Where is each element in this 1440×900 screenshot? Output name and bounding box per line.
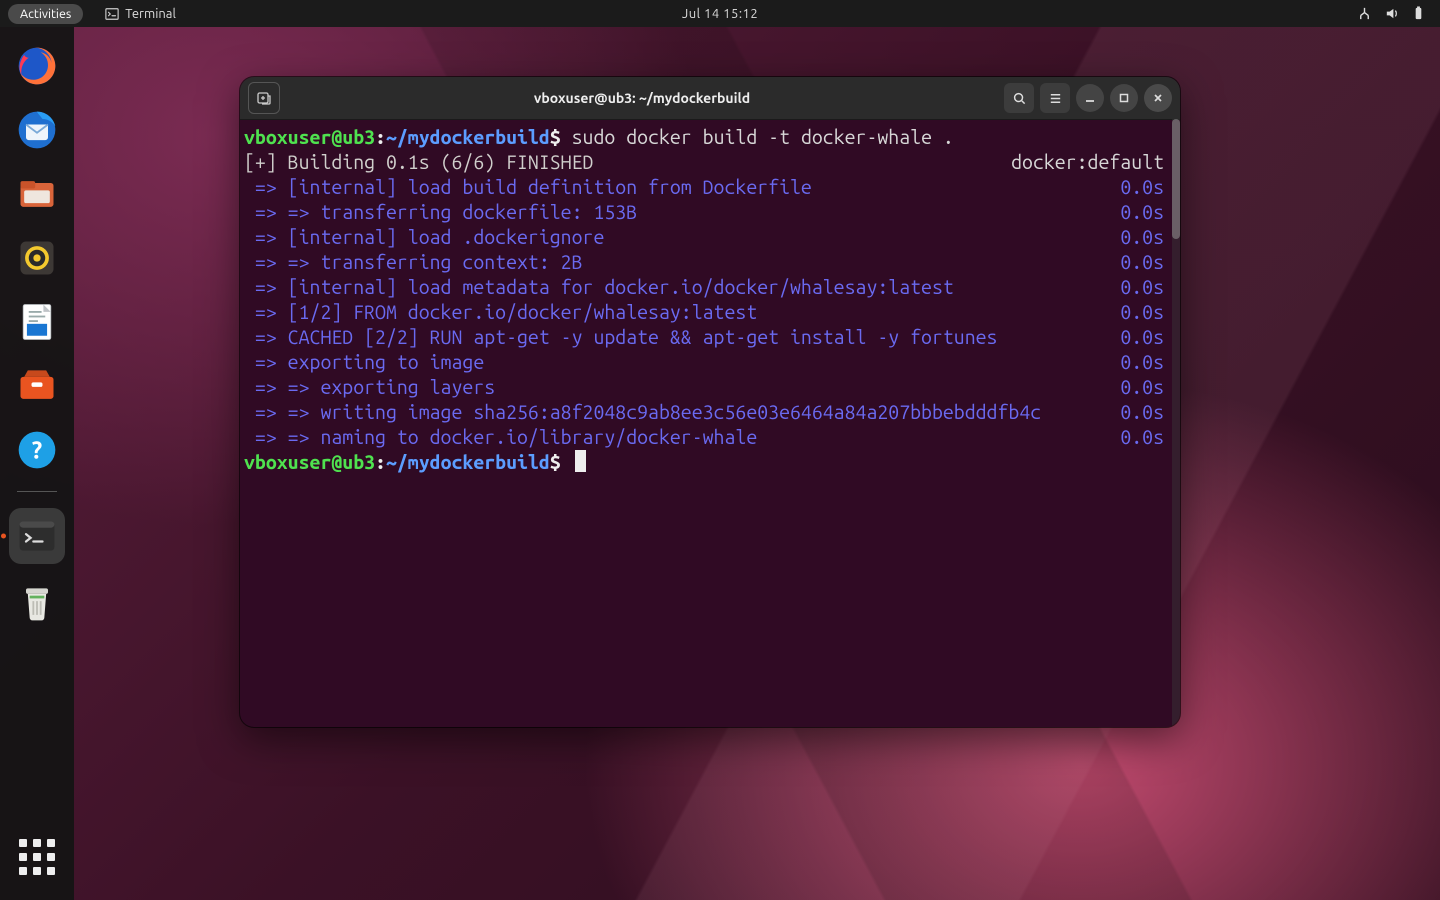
prompt2-path: ~/mydockerbuild <box>386 451 550 473</box>
terminal-body[interactable]: vboxuser@ub3:~/mydockerbuild$ sudo docke… <box>240 119 1172 727</box>
dock-trash[interactable] <box>12 578 62 628</box>
output-line: => => exporting layers <box>244 375 1110 400</box>
dock-ubuntu-software[interactable] <box>12 361 62 411</box>
terminal-small-icon <box>105 7 119 21</box>
new-tab-button[interactable] <box>248 82 280 114</box>
prompt2-sigil: $ <box>550 451 561 473</box>
cursor <box>575 450 586 472</box>
close-button[interactable] <box>1144 84 1172 112</box>
output-line: => => writing image sha256:a8f2048c9ab8e… <box>244 400 1110 425</box>
output-line: => [1/2] FROM docker.io/docker/whalesay:… <box>244 300 1110 325</box>
volume-icon[interactable] <box>1384 6 1399 21</box>
window-titlebar[interactable]: vboxuser@ub3: ~/mydockerbuild <box>240 77 1180 120</box>
output-time: 0.0s <box>1110 250 1164 275</box>
svg-text:?: ? <box>32 436 42 463</box>
output-time: 0.0s <box>1110 225 1164 250</box>
window-title: vboxuser@ub3: ~/mydockerbuild <box>288 90 996 106</box>
output-time: 0.0s <box>1110 200 1164 225</box>
terminal-scrollbar[interactable] <box>1172 119 1180 727</box>
active-app-menu[interactable]: Terminal <box>105 7 176 21</box>
gnome-topbar: Activities Terminal Jul 14 15:12 <box>0 0 1440 27</box>
system-tray[interactable] <box>1357 6 1440 21</box>
terminal-window: vboxuser@ub3: ~/mydockerbuild vboxuser@u… <box>240 77 1180 727</box>
scrollbar-thumb[interactable] <box>1172 119 1180 239</box>
output-time: 0.0s <box>1110 375 1164 400</box>
output-line: => [internal] load build definition from… <box>244 175 1110 200</box>
dock-terminal-active[interactable] <box>9 508 65 564</box>
battery-icon[interactable] <box>1411 6 1426 21</box>
output-line: => exporting to image <box>244 350 1110 375</box>
output-time: 0.0s <box>1110 175 1164 200</box>
dock-rhythmbox[interactable] <box>12 233 62 283</box>
build-header-right: docker:default <box>1011 150 1164 175</box>
prompt-userhost: vboxuser@ub3 <box>244 126 375 148</box>
search-button[interactable] <box>1004 83 1034 113</box>
prompt-sigil: $ <box>550 126 561 148</box>
build-header-left: [+] Building 0.1s (6/6) FINISHED <box>244 150 1011 175</box>
output-time: 0.0s <box>1110 350 1164 375</box>
prompt-path: ~/mydockerbuild <box>386 126 550 148</box>
clock[interactable]: Jul 14 15:12 <box>682 7 758 21</box>
output-line: => [internal] load metadata for docker.i… <box>244 275 1110 300</box>
hamburger-menu-button[interactable] <box>1040 83 1070 113</box>
dock: ? <box>0 27 74 900</box>
show-apps-button[interactable] <box>16 836 58 878</box>
activities-button[interactable]: Activities <box>8 4 83 24</box>
active-app-label: Terminal <box>125 7 176 21</box>
prompt-sep: : <box>375 126 386 148</box>
output-time: 0.0s <box>1110 325 1164 350</box>
output-time: 0.0s <box>1110 425 1164 450</box>
command-text: sudo docker build -t docker-whale . <box>572 126 954 148</box>
output-line: => CACHED [2/2] RUN apt-get -y update &&… <box>244 325 1110 350</box>
output-time: 0.0s <box>1110 275 1164 300</box>
output-line: => [internal] load .dockerignore <box>244 225 1110 250</box>
output-line: => => naming to docker.io/library/docker… <box>244 425 1110 450</box>
dock-libreoffice-writer[interactable] <box>12 297 62 347</box>
network-icon[interactable] <box>1357 6 1372 21</box>
build-output: => [internal] load build definition from… <box>244 175 1164 450</box>
maximize-button[interactable] <box>1110 84 1138 112</box>
dock-files[interactable] <box>12 169 62 219</box>
dock-separator <box>17 491 57 492</box>
prompt2-userhost: vboxuser@ub3 <box>244 451 375 473</box>
output-time: 0.0s <box>1110 300 1164 325</box>
output-time: 0.0s <box>1110 400 1164 425</box>
output-line: => => transferring dockerfile: 153B <box>244 200 1110 225</box>
dock-firefox[interactable] <box>12 41 62 91</box>
output-line: => => transferring context: 2B <box>244 250 1110 275</box>
dock-thunderbird[interactable] <box>12 105 62 155</box>
minimize-button[interactable] <box>1076 84 1104 112</box>
dock-help[interactable]: ? <box>12 425 62 475</box>
